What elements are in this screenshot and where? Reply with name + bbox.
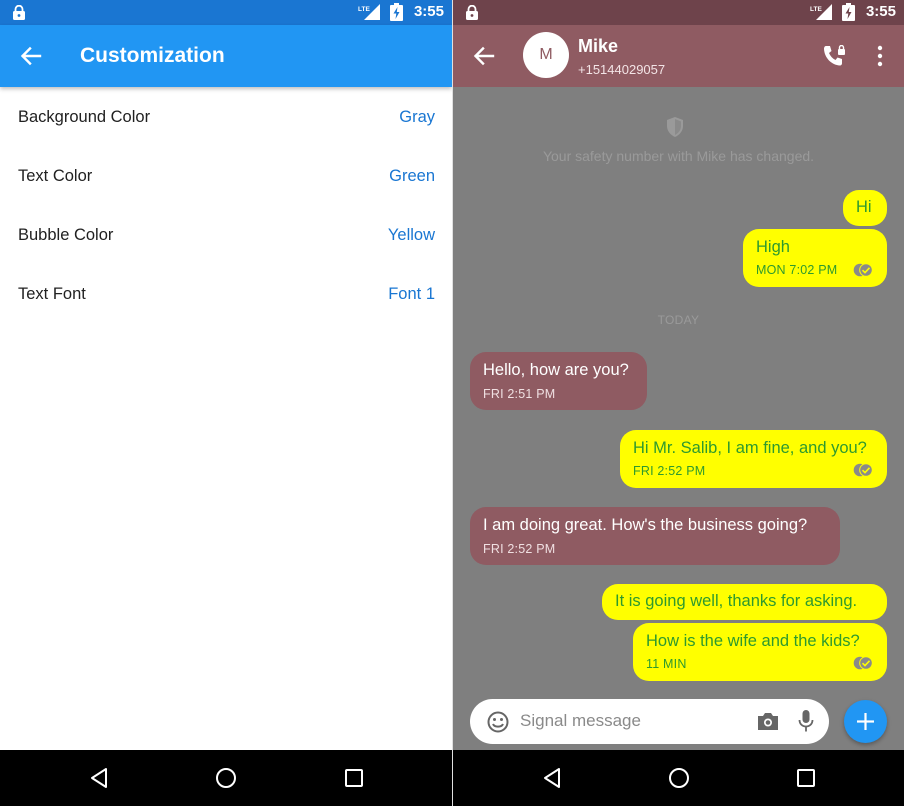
status-time: 3:55 [413,3,444,20]
message-text: It is going well, thanks for asking. [615,592,858,610]
delivered-check-icon [853,463,873,477]
back-arrow-icon[interactable] [20,45,42,67]
message-text: Hi [856,198,872,216]
emoji-icon[interactable] [486,710,510,734]
customization-screen: LTE 3:55 Customization Background Color … [0,0,452,806]
battery-charging-icon [842,3,855,21]
contact-number: +15144029057 [578,62,666,77]
setting-label: Text Color [18,167,93,185]
message-text: I am doing great. How's the business goi… [483,516,808,534]
message-text: Hello, how are you? [483,361,629,379]
microphone-icon[interactable] [798,709,814,733]
back-arrow-icon[interactable] [473,45,495,67]
message-timestamp: FRI 2:52 PM [483,542,556,556]
page-title: Customization [80,44,225,67]
outgoing-message-bubble[interactable]: It is going well, thanks for asking. [602,584,887,620]
lock-icon [13,5,25,20]
conversation-app-bar: M Mike +15144029057 [453,25,904,87]
date-separator: TODAY [657,313,700,327]
outgoing-message-bubble[interactable]: Hi [843,190,887,226]
outgoing-message-bubble[interactable]: Hi Mr. Salib, I am fine, and you? FRI 2:… [620,430,887,488]
setting-label: Text Font [18,285,86,303]
setting-bubble-color[interactable]: Bubble Color Yellow [0,206,452,265]
camera-icon[interactable] [756,710,780,732]
outgoing-message-bubble[interactable]: High MON 7:02 PM [743,229,887,287]
setting-background-color[interactable]: Background Color Gray [0,88,452,147]
lte-signal-icon: LTE [810,4,832,20]
message-timestamp: FRI 2:51 PM [483,387,556,401]
setting-text-font[interactable]: Text Font Font 1 [0,265,452,324]
battery-charging-icon [390,3,403,21]
nav-recents-icon[interactable] [342,766,366,790]
nav-back-icon[interactable] [87,766,111,790]
setting-text-color[interactable]: Text Color Green [0,147,452,206]
attach-button[interactable] [844,700,887,743]
message-text: High [756,238,790,256]
secure-call-icon[interactable] [822,45,846,67]
app-bar: Customization [0,25,452,87]
message-text: Hi Mr. Salib, I am fine, and you? [633,439,867,457]
nav-recents-icon[interactable] [794,766,818,790]
conversation-screen: LTE 3:55 M Mike +15144029057 Your safety… [453,0,904,806]
message-composer: Signal message [470,699,829,744]
status-bar: LTE 3:55 [453,0,904,25]
setting-value[interactable]: Green [389,167,435,186]
plus-icon [857,713,874,730]
svg-text:LTE: LTE [358,6,370,13]
lte-signal-icon: LTE [358,4,380,20]
nav-home-icon[interactable] [214,766,238,790]
message-input[interactable]: Signal message [520,711,641,731]
message-text: How is the wife and the kids? [646,632,860,650]
setting-value[interactable]: Gray [399,108,435,127]
incoming-message-bubble[interactable]: I am doing great. How's the business goi… [470,507,840,565]
svg-text:LTE: LTE [810,6,822,13]
incoming-message-bubble[interactable]: Hello, how are you? FRI 2:51 PM [470,352,647,410]
setting-value[interactable]: Yellow [388,226,435,245]
delivered-check-icon [853,263,873,277]
setting-value[interactable]: Font 1 [388,285,435,304]
message-timestamp: FRI 2:52 PM [633,464,706,478]
delivered-check-icon [853,656,873,670]
status-time: 3:55 [865,3,896,20]
status-bar: LTE 3:55 [0,0,452,25]
message-timestamp: MON 7:02 PM [756,263,838,277]
navigation-bar [0,750,452,806]
avatar[interactable]: M [523,32,569,78]
shield-icon [667,117,683,137]
contact-name[interactable]: Mike [578,36,618,57]
nav-home-icon[interactable] [667,766,691,790]
navigation-bar [453,750,904,806]
outgoing-message-bubble[interactable]: How is the wife and the kids? 11 MIN [633,623,887,681]
nav-back-icon[interactable] [540,766,564,790]
message-timestamp: 11 MIN [646,657,687,671]
safety-number-notice[interactable]: Your safety number with Mike has changed… [453,148,904,164]
lock-icon [466,5,478,20]
more-options-icon[interactable] [876,45,884,67]
setting-label: Bubble Color [18,226,114,244]
setting-label: Background Color [18,108,151,126]
